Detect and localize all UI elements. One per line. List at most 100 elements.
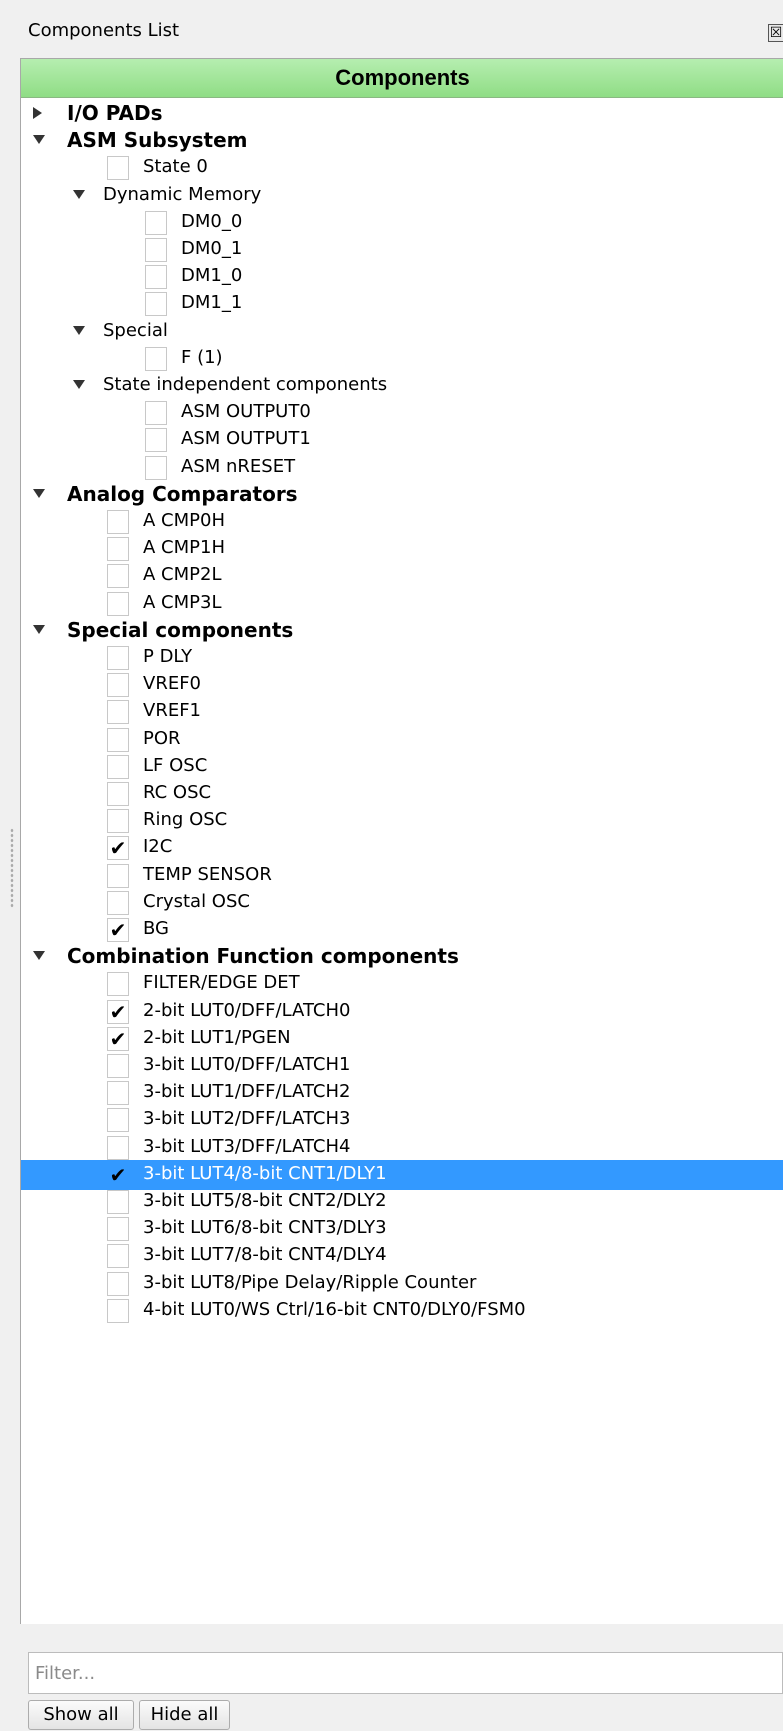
tree-item[interactable]: POR — [21, 725, 783, 755]
tree-subgroup[interactable]: Dynamic Memory — [21, 181, 783, 211]
tree-item[interactable]: 3-bit LUT6/8-bit CNT3/DLY3 — [21, 1214, 783, 1244]
visibility-checkbox[interactable]: ✔ — [107, 999, 129, 1024]
visibility-checkbox[interactable]: ✔ — [107, 836, 129, 861]
visibility-checkbox[interactable] — [107, 1244, 129, 1269]
visibility-checkbox[interactable] — [107, 1271, 129, 1296]
visibility-checkbox[interactable]: ✔ — [107, 918, 129, 942]
tree-item[interactable]: DM0_1 — [21, 235, 783, 265]
tree-item-label: ASM nRESET — [181, 455, 296, 477]
tree-item[interactable]: F (1) — [21, 344, 783, 374]
tree-item[interactable]: P DLY — [21, 643, 783, 673]
visibility-checkbox[interactable] — [107, 972, 129, 997]
visibility-checkbox[interactable] — [107, 510, 129, 534]
tree-item[interactable]: 4-bit LUT0/WS Ctrl/16-bit CNT0/DLY0/FSM0 — [21, 1296, 783, 1326]
expanded-arrow-icon[interactable] — [33, 624, 45, 634]
tree-item[interactable]: RC OSC — [21, 779, 783, 809]
tree-item[interactable]: A CMP2L — [21, 561, 783, 591]
tree-item[interactable]: 3-bit LUT5/8-bit CNT2/DLY2 — [21, 1187, 783, 1217]
visibility-checkbox[interactable] — [107, 1108, 129, 1133]
visibility-checkbox[interactable] — [107, 673, 129, 698]
tree-item[interactable]: DM0_0 — [21, 208, 783, 238]
tree-item[interactable]: ASM OUTPUT0 — [21, 398, 783, 428]
visibility-checkbox[interactable] — [107, 537, 129, 562]
visibility-checkbox[interactable] — [145, 428, 167, 453]
visibility-checkbox[interactable] — [107, 591, 129, 616]
show-all-button[interactable]: Show all — [28, 1700, 134, 1730]
tree-item[interactable]: State 0 — [21, 153, 783, 183]
visibility-checkbox[interactable]: ✔ — [107, 1163, 129, 1187]
tree-item[interactable]: ✔ BG — [21, 915, 783, 945]
tree-item[interactable]: Ring OSC — [21, 806, 783, 836]
tree-item[interactable]: ASM OUTPUT1 — [21, 425, 783, 455]
visibility-checkbox[interactable] — [107, 727, 129, 752]
tree-item[interactable]: A CMP1H — [21, 534, 783, 564]
resize-grip-icon[interactable] — [10, 828, 14, 908]
tree-item[interactable]: A CMP3L — [21, 589, 783, 619]
tree-category[interactable]: I/O PADs — [21, 99, 783, 129]
tree-category[interactable]: Combination Function components — [21, 942, 783, 972]
visibility-checkbox[interactable] — [145, 401, 167, 426]
tree-item[interactable]: ✔ 2-bit LUT1/PGEN — [21, 1024, 783, 1054]
visibility-checkbox[interactable] — [107, 863, 129, 888]
visibility-checkbox[interactable] — [107, 564, 129, 589]
visibility-checkbox[interactable] — [107, 1054, 129, 1078]
tree-item-label: 3-bit LUT8/Pipe Delay/Ripple Counter — [143, 1271, 477, 1293]
visibility-checkbox[interactable] — [107, 782, 129, 806]
expanded-arrow-icon[interactable] — [33, 135, 45, 145]
visibility-checkbox[interactable] — [107, 700, 129, 725]
tree-item[interactable]: 3-bit LUT2/DFF/LATCH3 — [21, 1105, 783, 1135]
tree-subgroup[interactable]: State independent components — [21, 371, 783, 401]
tree-item[interactable]: VREF0 — [21, 670, 783, 700]
tree-item[interactable]: 3-bit LUT3/DFF/LATCH4 — [21, 1133, 783, 1163]
tree-item[interactable]: ✔ 3-bit LUT4/8-bit CNT1/DLY1 — [21, 1159, 783, 1190]
tree-item[interactable]: ASM nRESET — [21, 453, 783, 483]
tree-item[interactable]: ✔ 2-bit LUT0/DFF/LATCH0 — [21, 997, 783, 1027]
visibility-checkbox[interactable] — [107, 1217, 129, 1242]
visibility-checkbox[interactable]: ✔ — [107, 1026, 129, 1051]
expanded-arrow-icon[interactable] — [73, 325, 85, 335]
expanded-arrow-icon[interactable] — [73, 189, 85, 199]
tree-subgroup[interactable]: Special — [21, 317, 783, 347]
tree-item-label: Crystal OSC — [143, 890, 250, 912]
visibility-checkbox[interactable] — [107, 1135, 129, 1160]
tree-item-label: A CMP1H — [143, 537, 225, 559]
tree-item[interactable]: LF OSC — [21, 752, 783, 782]
visibility-checkbox[interactable] — [145, 238, 167, 262]
visibility-checkbox[interactable] — [145, 292, 167, 317]
tree-item[interactable]: DM1_0 — [21, 262, 783, 292]
tree-category[interactable]: Special components — [21, 616, 783, 646]
tree-item[interactable]: TEMP SENSOR — [21, 861, 783, 891]
expanded-arrow-icon[interactable] — [33, 488, 45, 498]
visibility-checkbox[interactable] — [145, 265, 167, 290]
tree-item[interactable]: ✔ I2C — [21, 833, 783, 863]
visibility-checkbox[interactable] — [107, 1190, 129, 1214]
visibility-checkbox[interactable] — [107, 646, 129, 670]
tree-item[interactable]: 3-bit LUT0/DFF/LATCH1 — [21, 1051, 783, 1081]
tree-item[interactable]: A CMP0H — [21, 507, 783, 537]
hide-all-button[interactable]: Hide all — [139, 1700, 230, 1730]
visibility-checkbox[interactable] — [107, 890, 129, 915]
expanded-arrow-icon[interactable] — [73, 380, 85, 389]
expanded-arrow-icon[interactable] — [33, 951, 45, 961]
tree-item[interactable]: 3-bit LUT7/8-bit CNT4/DLY4 — [21, 1241, 783, 1271]
visibility-checkbox[interactable] — [107, 754, 129, 779]
collapsed-arrow-icon[interactable] — [33, 107, 42, 119]
tree-item[interactable]: VREF1 — [21, 697, 783, 727]
tree-item[interactable]: DM1_1 — [21, 289, 783, 319]
tree-category[interactable]: ASM Subsystem — [21, 126, 783, 156]
visibility-checkbox[interactable] — [107, 809, 129, 834]
visibility-checkbox[interactable] — [107, 1298, 129, 1323]
visibility-checkbox[interactable] — [107, 1081, 129, 1106]
visibility-checkbox[interactable] — [145, 346, 167, 371]
tree-label: Special components — [67, 617, 294, 642]
filter-input[interactable] — [28, 1652, 783, 1694]
close-icon[interactable]: ☒ — [768, 24, 783, 42]
tree-item[interactable]: 3-bit LUT8/Pipe Delay/Ripple Counter — [21, 1269, 783, 1299]
visibility-checkbox[interactable] — [145, 455, 167, 480]
visibility-checkbox[interactable] — [107, 156, 129, 181]
tree-item[interactable]: Crystal OSC — [21, 888, 783, 918]
tree-item[interactable]: FILTER/EDGE DET — [21, 969, 783, 999]
tree-item[interactable]: 3-bit LUT1/DFF/LATCH2 — [21, 1078, 783, 1108]
visibility-checkbox[interactable] — [145, 210, 167, 235]
tree-category[interactable]: Analog Comparators — [21, 480, 783, 510]
